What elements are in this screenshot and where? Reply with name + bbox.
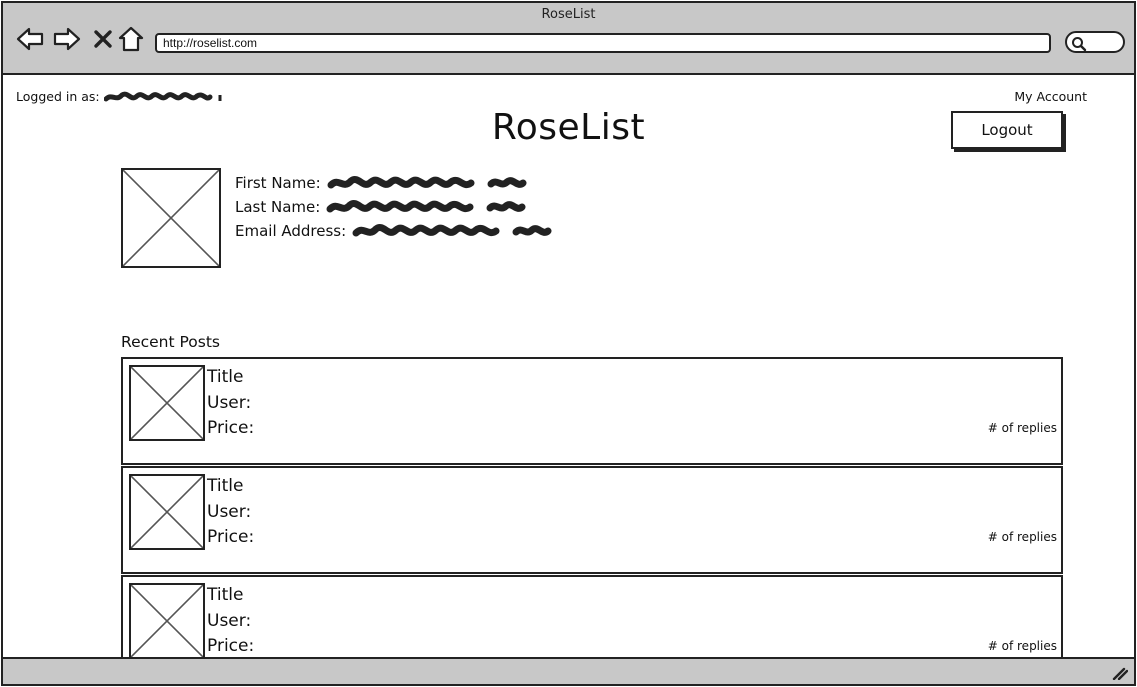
last-name-row: Last Name:: [235, 195, 552, 219]
home-icon: [118, 26, 144, 52]
profile-fields: First Name: Last Name: Email Address:: [235, 171, 552, 243]
logged-in-indicator: Logged in as:: [16, 89, 226, 104]
post-details: Title User: Price:: [207, 583, 254, 660]
image-placeholder-icon: [130, 366, 204, 440]
post-user: User:: [207, 610, 252, 631]
post-item[interactable]: Title User: Price: # of replies: [121, 575, 1063, 665]
browser-toolbar: RoseList http://roselist.com: [3, 3, 1134, 75]
redacted-first-name-scribble: [327, 176, 527, 189]
redacted-email-scribble: [352, 224, 552, 237]
post-title[interactable]: Title: [207, 365, 254, 391]
search-box[interactable]: [1065, 31, 1125, 53]
close-icon: [94, 30, 112, 48]
email-row: Email Address:: [235, 219, 552, 243]
forward-button[interactable]: [52, 25, 82, 53]
post-title[interactable]: Title: [207, 583, 254, 609]
post-user: User:: [207, 392, 252, 413]
image-placeholder-icon: [130, 584, 204, 658]
status-bar: [3, 657, 1134, 684]
post-image-placeholder: [129, 365, 205, 441]
post-price: Price:: [207, 636, 255, 656]
last-name-label: Last Name:: [235, 198, 321, 216]
stop-button[interactable]: [88, 25, 118, 53]
logged-in-label: Logged in as:: [16, 89, 100, 104]
resize-grip-icon[interactable]: [1112, 666, 1128, 680]
browser-window: RoseList http://roselist.com Logged in a…: [1, 1, 1136, 686]
post-image-placeholder: [129, 474, 205, 550]
post-item[interactable]: Title User: Price: # of replies: [121, 357, 1063, 465]
back-arrow-icon: [16, 27, 44, 51]
post-price: Price:: [207, 527, 255, 547]
redacted-username-scribble: [103, 91, 222, 101]
recent-posts-heading: Recent Posts: [121, 333, 221, 351]
email-label: Email Address:: [235, 222, 347, 240]
window-title: RoseList: [541, 7, 596, 22]
back-button[interactable]: [15, 25, 45, 53]
post-replies-count: # of replies: [987, 530, 1057, 544]
post-user: User:: [207, 501, 252, 522]
image-placeholder-icon: [122, 169, 220, 267]
post-replies-count: # of replies: [987, 639, 1057, 653]
logout-button[interactable]: Logout: [951, 111, 1063, 149]
post-details: Title User: Price:: [207, 474, 254, 551]
first-name-row: First Name:: [235, 171, 552, 195]
post-title[interactable]: Title: [207, 474, 254, 500]
first-name-label: First Name:: [235, 174, 321, 192]
profile-image-placeholder: [121, 168, 221, 268]
image-placeholder-icon: [130, 475, 204, 549]
forward-arrow-icon: [53, 27, 81, 51]
post-item[interactable]: Title User: Price: # of replies: [121, 466, 1063, 574]
my-account-link[interactable]: My Account: [1014, 89, 1087, 104]
post-details: Title User: Price:: [207, 365, 254, 442]
home-button[interactable]: [116, 25, 146, 53]
address-bar[interactable]: http://roselist.com: [155, 33, 1051, 53]
recent-posts-list: Title User: Price: # of replies Title Us…: [121, 357, 1063, 666]
post-image-placeholder: [129, 583, 205, 659]
redacted-last-name-scribble: [326, 200, 526, 213]
search-icon: [1072, 37, 1087, 52]
post-replies-count: # of replies: [987, 421, 1057, 435]
post-price: Price:: [207, 418, 255, 438]
